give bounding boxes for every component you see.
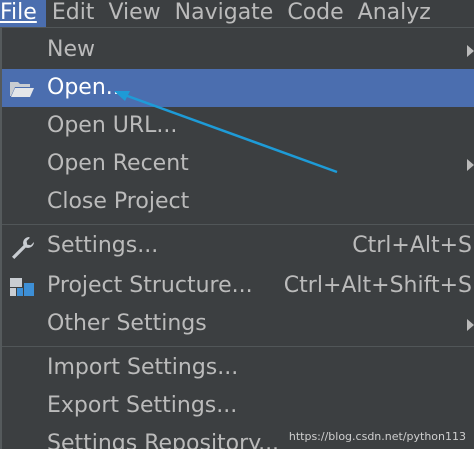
file-menu-dropdown: New Open... Open URL... Open Recent Clos… bbox=[0, 27, 474, 449]
menu-item-label: Settings... bbox=[47, 233, 159, 258]
menu-separator bbox=[2, 346, 474, 347]
submenu-arrow-icon bbox=[467, 159, 474, 171]
menu-code[interactable]: Code bbox=[285, 0, 351, 27]
menu-separator bbox=[2, 224, 474, 225]
menu-item-label: Close Project bbox=[47, 189, 190, 214]
menu-item-export-settings[interactable]: Export Settings... bbox=[2, 387, 474, 425]
menu-item-label: Open Recent bbox=[47, 151, 189, 176]
menu-bar: File Edit View Navigate Code Analyz bbox=[0, 0, 474, 27]
menu-item-new[interactable]: New bbox=[2, 31, 474, 69]
menu-item-label: Export Settings... bbox=[47, 393, 238, 418]
menu-item-close-project[interactable]: Close Project bbox=[2, 183, 474, 221]
submenu-arrow-icon bbox=[467, 319, 474, 331]
menu-item-shortcut: Ctrl+Alt+S bbox=[352, 233, 472, 258]
menu-item-open[interactable]: Open... bbox=[2, 69, 474, 107]
menu-navigate[interactable]: Navigate bbox=[173, 0, 282, 27]
menu-file[interactable]: File bbox=[0, 0, 46, 27]
menu-item-label: Other Settings bbox=[47, 311, 207, 336]
menu-item-label: Open URL... bbox=[47, 113, 178, 138]
menu-item-shortcut: Ctrl+Alt+Shift+S bbox=[283, 273, 472, 298]
submenu-arrow-icon bbox=[467, 45, 474, 57]
menu-item-settings[interactable]: Settings... Ctrl+Alt+S bbox=[2, 227, 474, 265]
menu-item-project-structure[interactable]: Project Structure... Ctrl+Alt+Shift+S bbox=[2, 267, 474, 305]
menu-item-import-settings[interactable]: Import Settings... bbox=[2, 349, 474, 387]
folder-open-icon bbox=[8, 76, 36, 100]
menu-item-open-recent[interactable]: Open Recent bbox=[2, 145, 474, 183]
menu-item-label: Import Settings... bbox=[47, 355, 239, 380]
menu-analyze[interactable]: Analyz bbox=[356, 0, 439, 27]
menu-view[interactable]: View bbox=[106, 0, 168, 27]
menu-item-label: New bbox=[47, 37, 95, 62]
menu-item-label: Settings Repository... bbox=[47, 431, 280, 449]
watermark: https://blog.csdn.net/python113 bbox=[288, 430, 466, 443]
menu-item-open-url[interactable]: Open URL... bbox=[2, 107, 474, 145]
ide-window: File Edit View Navigate Code Analyz New … bbox=[0, 0, 474, 449]
menu-item-other-settings[interactable]: Other Settings bbox=[2, 305, 474, 343]
wrench-icon bbox=[8, 234, 36, 259]
menu-item-label: Project Structure... bbox=[47, 273, 253, 298]
menu-edit[interactable]: Edit bbox=[50, 0, 103, 27]
project-structure-icon bbox=[8, 274, 36, 298]
menu-item-label: Open... bbox=[47, 75, 127, 100]
